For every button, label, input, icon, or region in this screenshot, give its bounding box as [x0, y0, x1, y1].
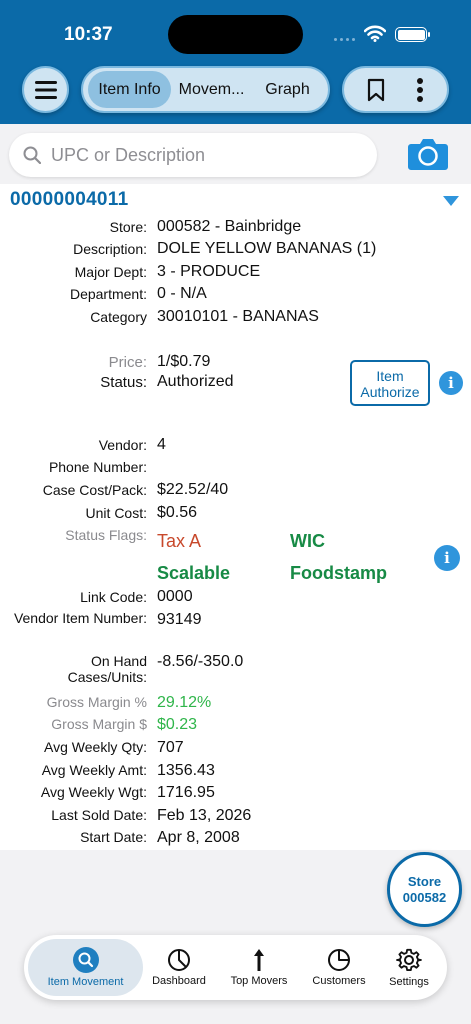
nav-item-top-movers[interactable]: Top Movers [215, 939, 303, 996]
unit-cost-label: Unit Cost: [85, 505, 147, 521]
flag-foodstamp: Foodstamp [290, 563, 387, 583]
case-cost-label: Case Cost/Pack: [42, 482, 147, 498]
flag-tax-a: Tax A [157, 531, 202, 551]
category-value: 30010101 - BANANAS [157, 308, 319, 325]
search-icon [23, 146, 41, 164]
store-label: Store: [109, 219, 147, 235]
phone-label: Phone Number: [48, 459, 147, 475]
link-code-label: Link Code: [80, 589, 147, 605]
tab-movement[interactable]: Movem... [171, 71, 252, 108]
bookmark-icon[interactable] [367, 78, 385, 102]
gross-margin-pct-value: 29.12% [157, 694, 212, 711]
signal-icon [334, 38, 355, 41]
authorize-info-icon[interactable]: i [439, 371, 463, 395]
avg-weekly-wgt-label: Avg Weekly Wgt: [40, 784, 147, 800]
vendor-value: 4 [157, 436, 166, 453]
last-sold-label: Last Sold Date: [51, 807, 147, 823]
nav-label: Item Movement [47, 976, 124, 988]
action-group [342, 66, 449, 113]
tab-graph[interactable]: Graph [252, 71, 323, 108]
avg-weekly-qty-value: 707 [157, 739, 184, 756]
nav-item-customers[interactable]: Customers [303, 939, 375, 996]
dynamic-island [168, 15, 303, 54]
more-vertical-icon[interactable] [416, 77, 424, 103]
unit-cost-value: $0.56 [157, 504, 198, 521]
vendor-item-label: Vendor Item Number: [13, 610, 147, 626]
tab-item-info[interactable]: Item Info [88, 71, 172, 108]
pie-chart-icon [168, 949, 190, 971]
department-value: 0 - N/A [157, 285, 207, 302]
nav-item-settings[interactable]: Settings [375, 939, 443, 996]
pie-chart-icon [328, 949, 350, 971]
description-label: Description: [73, 241, 147, 257]
category-label: Category [90, 309, 147, 325]
item-authorize-button[interactable]: Item Authorize [350, 360, 430, 406]
authorize-line-1: Item [376, 368, 404, 384]
on-hand-label: On Hand [90, 653, 147, 669]
gear-icon [396, 948, 422, 972]
flag-wic: WIC [290, 531, 325, 551]
nav-label: Customers [312, 975, 366, 987]
flags-info-icon[interactable]: i [434, 545, 460, 571]
major-dept-value: 3 - PRODUCE [157, 263, 261, 280]
store-button[interactable]: Store 000582 [387, 852, 462, 927]
on-hand-value: -8.56/-350.0 [157, 653, 244, 670]
avg-weekly-wgt-value: 1716.95 [157, 784, 215, 801]
tab-bar: Item Info Movem... Graph [81, 66, 330, 113]
nav-item-dashboard[interactable]: Dashboard [143, 939, 215, 996]
nav-item-movement[interactable]: Item Movement [28, 939, 143, 996]
nav-label: Settings [389, 976, 429, 988]
status-value: Authorized [157, 373, 234, 390]
camera-icon[interactable] [407, 137, 449, 171]
store-button-number: 000582 [402, 889, 447, 905]
gross-margin-amt-value: $0.23 [157, 716, 198, 733]
on-hand-label-2: Cases/Units: [67, 669, 147, 685]
last-sold-value: Feb 13, 2026 [157, 807, 252, 824]
price-value: 1/$0.79 [157, 353, 211, 370]
flag-scalable: Scalable [157, 563, 231, 583]
start-date-label: Start Date: [80, 829, 147, 845]
triangle-down-icon[interactable] [443, 196, 459, 206]
menu-button[interactable] [22, 66, 69, 113]
department-label: Department: [69, 286, 147, 302]
battery-icon [395, 27, 427, 42]
link-code-value: 0000 [157, 588, 193, 605]
app-header: 10:37 Item Info Movem... Graph [0, 0, 471, 124]
nav-label: Top Movers [230, 975, 288, 987]
vendor-label: Vendor: [98, 437, 147, 453]
search-bar[interactable] [9, 133, 377, 177]
price-label: Price: [108, 354, 147, 371]
search-input[interactable] [51, 144, 351, 166]
wifi-icon [364, 25, 386, 42]
avg-weekly-amt-label: Avg Weekly Amt: [41, 762, 147, 778]
gross-margin-pct-label: Gross Margin % [46, 694, 147, 710]
item-upc[interactable]: 00000004011 [10, 189, 129, 211]
vendor-item-value: 93149 [157, 611, 202, 628]
status-flags-label: Status Flags: [65, 527, 147, 543]
nav-label: Dashboard [152, 975, 206, 987]
start-date-value: Apr 8, 2008 [157, 829, 240, 846]
status-label: Status: [100, 374, 147, 391]
status-time: 10:37 [64, 24, 113, 45]
major-dept-label: Major Dept: [74, 264, 147, 280]
case-cost-value: $22.52/40 [157, 481, 229, 498]
gross-margin-amt-label: Gross Margin $ [51, 716, 147, 732]
bottom-nav: Item Movement Dashboard Top Movers Custo… [24, 935, 447, 1000]
store-button-label: Store [407, 873, 442, 889]
authorize-line-2: Authorize [360, 384, 420, 400]
avg-weekly-qty-label: Avg Weekly Qty: [44, 739, 147, 755]
description-value: DOLE YELLOW BANANAS (1) [157, 240, 377, 257]
avg-weekly-amt-value: 1356.43 [157, 762, 215, 779]
hamburger-icon [34, 80, 57, 99]
search-icon [72, 947, 99, 973]
store-value: 000582 - Bainbridge [157, 218, 302, 235]
arrow-up-icon [254, 949, 264, 971]
